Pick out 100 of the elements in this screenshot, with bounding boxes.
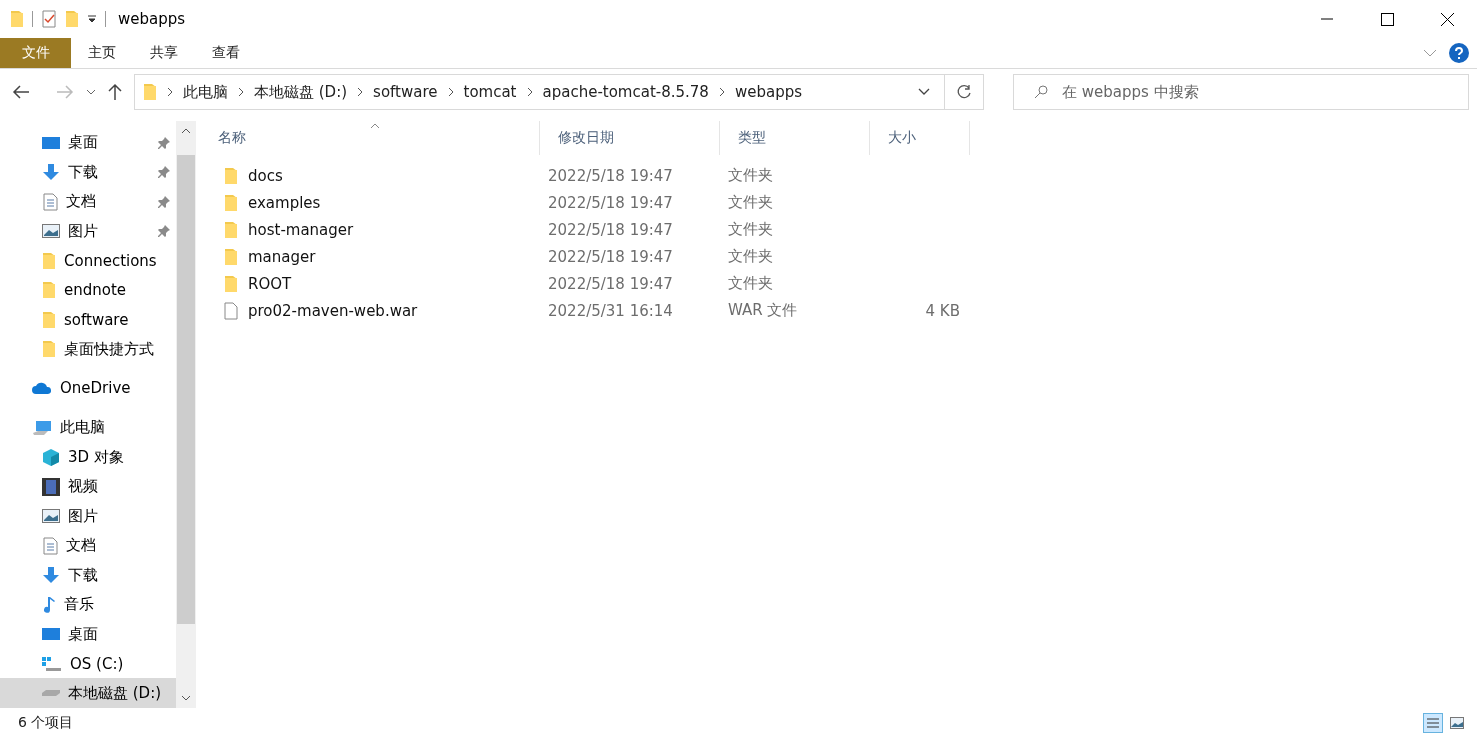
list-icon <box>1427 716 1439 729</box>
back-arrow-icon[interactable] <box>12 85 30 99</box>
pin-icon <box>158 136 170 149</box>
details-view-button[interactable] <box>1423 712 1443 733</box>
breadcrumb-item[interactable]: apache-tomcat-8.5.78 <box>542 83 709 101</box>
dropdown-icon[interactable] <box>87 14 97 24</box>
chevron-up-icon[interactable] <box>181 127 191 135</box>
sidebar-item[interactable]: 视频 <box>0 472 176 502</box>
sidebar-item[interactable]: 图片 <box>0 501 176 532</box>
sidebar-item[interactable]: 图片 <box>0 216 176 246</box>
type-cell-text: 文件夹 <box>727 193 774 212</box>
folder-icon <box>42 310 56 329</box>
folder-icon <box>224 220 238 239</box>
breadcrumb-item[interactable]: 此电脑 <box>183 82 228 102</box>
breadcrumb-item[interactable]: 本地磁盘 (D:) <box>254 82 348 102</box>
type-cell-text: 文件夹 <box>727 274 774 293</box>
file-name-cell[interactable]: manager <box>200 247 540 266</box>
column-header[interactable]: 修改日期 <box>540 121 720 155</box>
file-name-cell[interactable]: host-manager <box>200 220 540 239</box>
music-note-icon <box>42 595 56 614</box>
up-arrow-icon[interactable] <box>108 83 122 101</box>
chevron-down-icon[interactable] <box>918 88 930 96</box>
pin-icon <box>158 166 170 179</box>
folder-icon <box>224 193 238 212</box>
sidebar-item[interactable]: 音乐 <box>0 590 176 620</box>
drive-icon <box>42 655 62 672</box>
sidebar-item[interactable]: 本地磁盘 (D:) <box>0 678 176 708</box>
sidebar-item[interactable]: software <box>0 304 176 335</box>
date-cell-text: 2022/5/31 16:14 <box>547 301 674 320</box>
folder-icon <box>224 166 238 185</box>
sidebar-item[interactable]: 文档 <box>0 186 176 217</box>
type-cell-text: 文件夹 <box>727 247 774 266</box>
refresh-icon[interactable] <box>956 84 972 100</box>
maximize-icon <box>1380 12 1394 26</box>
sidebar-item[interactable]: 桌面 <box>0 619 176 649</box>
ribbon-tab[interactable]: 共享 <box>133 38 195 68</box>
breadcrumb-item[interactable]: software <box>373 83 438 101</box>
column-header[interactable]: 名称 <box>200 121 540 155</box>
chevron-icon <box>357 87 364 97</box>
sidebar-item[interactable]: 下载 <box>0 157 176 187</box>
sidebar-item[interactable]: 此电脑 <box>0 413 176 443</box>
picture-icon <box>42 508 60 525</box>
sidebar-item[interactable]: OS (C:) <box>0 648 176 679</box>
window-title: webapps <box>118 10 186 28</box>
sidebar-item[interactable]: 下载 <box>0 560 176 591</box>
chevron-icon <box>447 87 454 97</box>
drive-icon <box>42 690 60 697</box>
chevron-icon <box>718 87 725 97</box>
item-count: 6 个项目 <box>18 713 74 732</box>
sidebar-item[interactable]: 3D 对象 <box>0 442 176 473</box>
search-icon <box>1034 85 1048 99</box>
sidebar-item[interactable]: endnote <box>0 275 176 305</box>
date-cell-text: 2022/5/18 19:47 <box>547 220 674 239</box>
breadcrumb-item[interactable]: webapps <box>734 83 802 101</box>
ribbon-tab[interactable]: 查看 <box>195 38 257 68</box>
folder-icon <box>224 247 238 266</box>
ribbon-tab[interactable]: 主页 <box>71 38 133 68</box>
file-name-cell[interactable]: examples <box>200 193 540 212</box>
type-cell-text: 文件夹 <box>727 220 774 239</box>
close-icon <box>1440 12 1454 26</box>
address-bar[interactable]: 此电脑 本地磁盘 (D:) software tomcat apache-tomcat-8.5.78 webapps <box>134 74 984 110</box>
date-cell-text: 2022/5/18 19:47 <box>547 193 674 212</box>
file-name-cell[interactable]: ROOT <box>200 274 540 293</box>
chevron-down-icon[interactable] <box>181 694 191 702</box>
picture-icon <box>42 223 60 240</box>
folder-icon <box>42 281 56 300</box>
scrollbar[interactable] <box>176 121 196 708</box>
down-arrow-icon <box>42 163 60 182</box>
file-menu-button[interactable]: 文件 <box>0 38 71 68</box>
folder-icon <box>42 251 56 270</box>
type-cell-text: WAR 文件 <box>727 301 799 320</box>
sidebar-item[interactable]: Connections <box>0 245 176 276</box>
date-cell-text: 2022/5/18 19:47 <box>547 166 674 185</box>
column-header[interactable]: 大小 <box>870 121 970 155</box>
sidebar-item[interactable]: OneDrive <box>0 373 176 404</box>
column-header[interactable]: 类型 <box>720 121 870 155</box>
help-icon[interactable] <box>1449 43 1469 63</box>
chevron-icon <box>167 87 173 97</box>
properties-icon[interactable] <box>41 10 57 28</box>
down-arrow-icon <box>42 566 60 585</box>
size-cell-text: 4 KB <box>924 301 961 320</box>
file-name-cell[interactable]: docs <box>200 166 540 185</box>
chevron-icon <box>238 87 244 97</box>
chevron-down-icon[interactable] <box>86 89 96 95</box>
sidebar-item[interactable]: 桌面快捷方式 <box>0 334 176 364</box>
picture-icon <box>1450 716 1464 729</box>
folder-icon <box>42 340 56 358</box>
folder-icon <box>143 83 157 101</box>
file-name-cell[interactable]: pro02-maven-web.war <box>200 301 540 320</box>
computer-icon <box>32 419 52 436</box>
new-folder-icon <box>65 10 79 28</box>
breadcrumb-item[interactable]: tomcat <box>463 83 517 101</box>
document-icon <box>42 536 58 555</box>
sidebar-item[interactable]: 文档 <box>0 531 176 561</box>
search-field[interactable]: 在 webapps 中搜索 <box>1013 74 1469 110</box>
folder-icon <box>10 10 24 28</box>
cube-icon <box>42 448 60 467</box>
type-cell-text: 文件夹 <box>727 166 774 185</box>
sidebar-item[interactable]: 桌面 <box>0 128 176 158</box>
date-cell-text: 2022/5/18 19:47 <box>547 247 674 266</box>
